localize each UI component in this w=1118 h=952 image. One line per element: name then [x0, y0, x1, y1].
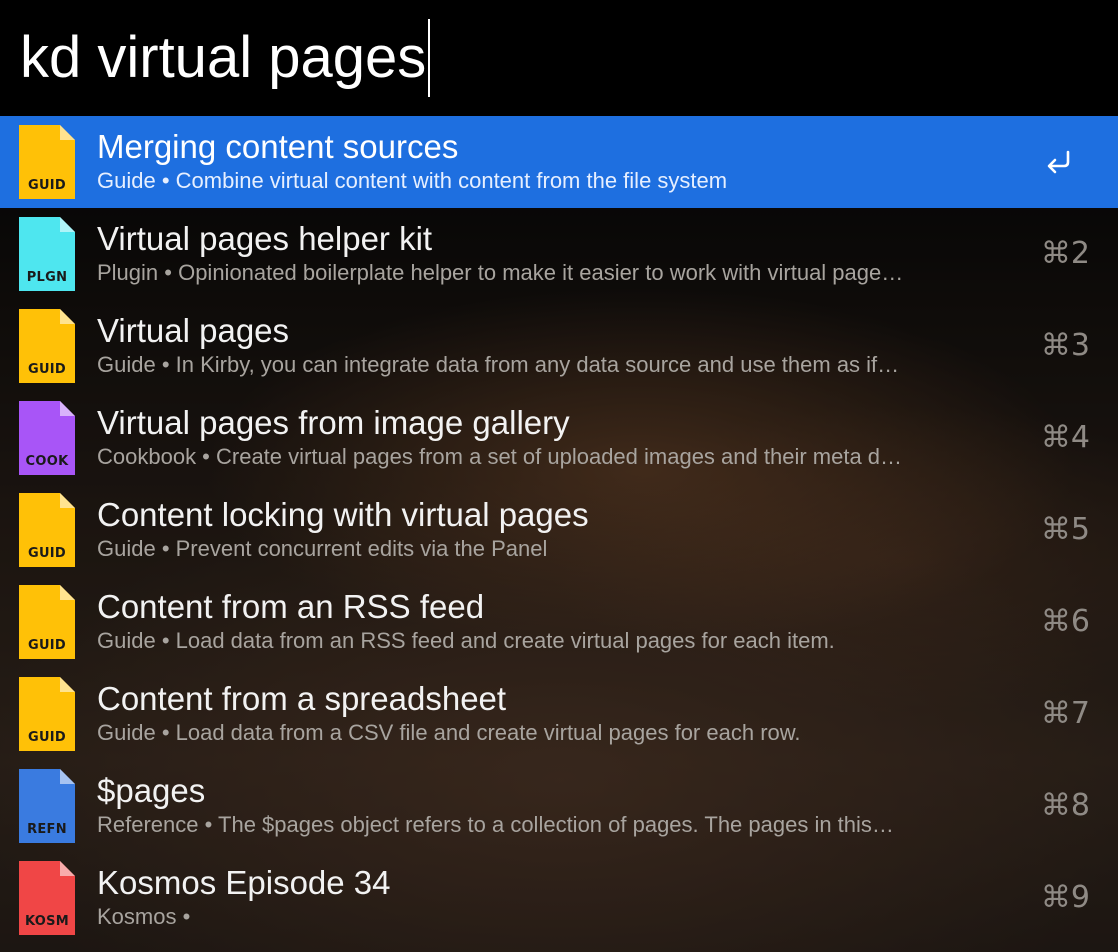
file-type-tag: PLGN	[26, 270, 68, 285]
file-type-tag: GUID	[27, 638, 67, 653]
result-title: Content from a spreadsheet	[97, 680, 507, 717]
file-type-tag: GUID	[27, 178, 67, 193]
file-type-tag: GUID	[27, 546, 67, 561]
results-list: GUID Merging content sources Guide • Combi…	[0, 116, 1118, 944]
result-title: Merging content sources	[97, 128, 459, 165]
result-title: Virtual pages helper kit	[97, 220, 433, 257]
file-type-tag: REFN	[27, 822, 67, 837]
result-text: Virtual pages from image gallery Cookbook…	[97, 404, 1028, 471]
result-title: Virtual pages	[97, 312, 290, 349]
result-title: Content from an RSS feed	[97, 588, 485, 625]
guide-file-icon: GUID	[18, 308, 76, 384]
kosmos-file-icon: KOSM	[18, 860, 76, 936]
result-row[interactable]: GUID Content locking with virtual pages Gu…	[0, 484, 1118, 576]
result-row[interactable]: GUID Content from a spreadsheet Guide • Lo…	[0, 668, 1118, 760]
result-subtitle: Guide • Load data from a CSV file and cr…	[97, 720, 801, 745]
result-row[interactable]: COOK Virtual pages from image gallery Cook…	[0, 392, 1118, 484]
result-text: Content from an RSS feed Guide • Load dat…	[97, 588, 1028, 655]
result-row[interactable]: GUID Merging content sources Guide • Combi…	[0, 116, 1118, 208]
result-title: Content locking with virtual pages	[97, 496, 589, 533]
search-bar[interactable]: kd virtual pages	[0, 0, 1118, 116]
shortcut-hint: ⌘4	[1040, 420, 1090, 455]
result-subtitle: Guide • In Kirby, you can integrate data…	[97, 352, 900, 377]
result-row[interactable]: REFN $pages Reference • The $pages object …	[0, 760, 1118, 852]
result-subtitle: Cookbook • Create virtual pages from a s…	[97, 444, 903, 469]
result-subtitle: Kosmos •	[97, 904, 191, 929]
guide-file-icon: GUID	[18, 124, 76, 200]
file-type-tag: KOSM	[24, 914, 70, 929]
result-text: Kosmos Episode 34 Kosmos •	[97, 864, 1028, 931]
result-subtitle: Guide • Load data from an RSS feed and c…	[97, 628, 835, 653]
result-text: Virtual pages Guide • In Kirby, you can i…	[97, 312, 1028, 379]
result-row[interactable]: KOSM Kosmos Episode 34 Kosmos • ⌘9	[0, 852, 1118, 944]
launcher-window: kd virtual pages GUID Merging content sou…	[0, 0, 1118, 952]
search-input[interactable]: kd virtual pages	[20, 29, 426, 87]
file-type-tag: GUID	[27, 362, 67, 377]
result-subtitle: Guide • Prevent concurrent edits via the…	[97, 536, 548, 561]
result-text: Content locking with virtual pages Guide …	[97, 496, 1028, 563]
text-caret	[428, 19, 431, 97]
guide-file-icon: GUID	[18, 584, 76, 660]
shortcut-hint: ⌘6	[1040, 604, 1090, 639]
return-key-icon	[1042, 146, 1074, 178]
shortcut-hint: ⌘3	[1040, 328, 1090, 363]
shortcut-hint: ⌘5	[1040, 512, 1090, 547]
cookbook-file-icon: COOK	[18, 400, 76, 476]
result-row[interactable]: GUID Content from an RSS feed Guide • Load…	[0, 576, 1118, 668]
guide-file-icon: GUID	[18, 676, 76, 752]
result-title: $pages	[97, 772, 206, 809]
result-subtitle: Plugin • Opinionated boilerplate helper …	[97, 260, 904, 285]
guide-file-icon: GUID	[18, 492, 76, 568]
plugin-file-icon: PLGN	[18, 216, 76, 292]
shortcut-hint: ⌘8	[1040, 788, 1090, 823]
file-type-tag: COOK	[25, 454, 69, 469]
shortcut-hint: ⌘7	[1040, 696, 1090, 731]
shortcut-hint: ⌘9	[1040, 880, 1090, 915]
result-text: Virtual pages helper kit Plugin • Opinion…	[97, 220, 1028, 287]
result-row[interactable]: PLGN Virtual pages helper kit Plugin • Opi…	[0, 208, 1118, 300]
result-subtitle: Reference • The $pages object refers to …	[97, 812, 894, 837]
result-text: Content from a spreadsheet Guide • Load d…	[97, 680, 1028, 747]
result-text: Merging content sources Guide • Combine v…	[97, 128, 1028, 195]
result-title: Kosmos Episode 34	[97, 864, 391, 901]
result-title: Virtual pages from image gallery	[97, 404, 570, 441]
shortcut-hint: ⌘2	[1040, 236, 1090, 271]
result-row[interactable]: GUID Virtual pages Guide • In Kirby, you c…	[0, 300, 1118, 392]
result-subtitle: Guide • Combine virtual content with con…	[97, 168, 728, 193]
reference-file-icon: REFN	[18, 768, 76, 844]
file-type-tag: GUID	[27, 730, 67, 745]
result-text: $pages Reference • The $pages object refe…	[97, 772, 1028, 839]
